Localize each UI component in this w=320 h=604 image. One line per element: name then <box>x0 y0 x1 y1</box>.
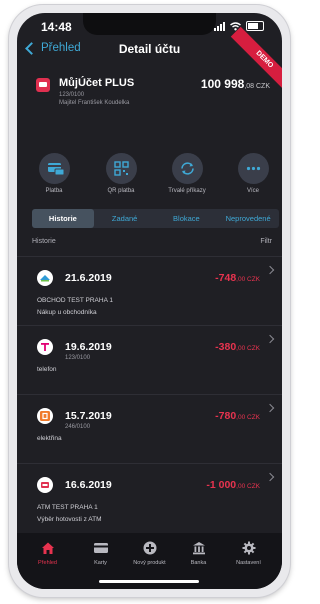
chevron-right-icon <box>265 472 275 482</box>
bottom-tab-bar: Přehled Karty Nový produkt Banka Nastave… <box>17 533 282 589</box>
qr-code-icon <box>105 153 137 184</box>
tabbar-label: Karty <box>94 560 107 566</box>
transaction-account: 123/0100 <box>65 355 91 361</box>
filter-button[interactable]: Filtr <box>260 238 272 245</box>
account-owner: Majitel František Koudelka <box>59 100 130 106</box>
quick-actions: Platba QR platba Trvalé příkazy Více <box>17 153 282 207</box>
home-icon <box>21 541 74 555</box>
action-trvale-prikazy[interactable]: Trvalé příkazy <box>161 153 213 194</box>
tabbar-item-karty[interactable]: Karty <box>74 541 127 566</box>
phone-frame: 14:48 Přehled Detail účtu DEMO MůjÚčet P… <box>9 5 290 597</box>
amount-suffix: ,00 CZK <box>236 483 260 490</box>
chevron-right-icon <box>265 334 275 344</box>
history-header: Historie Filtr <box>32 238 272 245</box>
account-name: MůjÚčet PLUS <box>59 77 135 89</box>
transaction-description: elektřina <box>37 435 62 442</box>
transaction-description: OBCHOD TEST PRAHA 1 <box>37 297 113 304</box>
transaction-date: 15.7.2019 <box>65 410 112 422</box>
tab-zadane[interactable]: Zadané <box>94 209 156 228</box>
transaction-list: 21.6.2019 OBCHOD TEST PRAHA 1 Nákup u ob… <box>17 256 282 532</box>
transaction-row[interactable]: 15.7.2019 246/0100 elektřina -780,00 CZK <box>17 394 282 463</box>
tabbar-label: Banka <box>190 560 207 566</box>
history-title: Historie <box>32 238 56 245</box>
transaction-account: 246/0100 <box>65 424 91 430</box>
home-indicator <box>99 580 199 583</box>
tabbar-label: Nastavení <box>236 560 261 566</box>
transaction-description: telefon <box>37 366 57 373</box>
amount-value: -380 <box>215 341 237 353</box>
transaction-note: Nákup u obchodníka <box>37 309 97 316</box>
tabbar-label: Přehled <box>38 560 57 566</box>
account-balance: 100 998,08 CZK <box>201 77 270 91</box>
atm-icon <box>37 477 53 493</box>
tab-historie[interactable]: Historie <box>32 209 94 228</box>
notch <box>83 13 216 35</box>
amount-value: -1 000 <box>206 479 237 491</box>
transaction-row[interactable]: 19.6.2019 123/0100 telefon -380,00 CZK <box>17 325 282 394</box>
amount-suffix: ,00 CZK <box>236 276 260 283</box>
transaction-amount: -380,00 CZK <box>215 341 260 353</box>
account-card-icon <box>36 78 50 92</box>
transaction-row[interactable]: 21.6.2019 OBCHOD TEST PRAHA 1 Nákup u ob… <box>17 256 282 325</box>
amount-value: -780 <box>215 410 237 422</box>
transaction-amount: -780,00 CZK <box>215 410 260 422</box>
account-number: 123/0100 <box>59 92 85 98</box>
tab-blokace[interactable]: Blokace <box>156 209 218 228</box>
transaction-date: 19.6.2019 <box>65 341 112 353</box>
action-qr-platba[interactable]: QR platba <box>95 153 147 194</box>
tabbar-item-prehled[interactable]: Přehled <box>21 541 74 566</box>
action-label: Platba <box>45 188 63 194</box>
amount-suffix: ,00 CZK <box>236 414 260 421</box>
chevron-right-icon <box>265 265 275 275</box>
tabbar-item-nastaveni[interactable]: Nastavení <box>222 541 275 566</box>
tabbar-item-banka[interactable]: Banka <box>172 541 225 566</box>
card-icon <box>74 541 127 555</box>
transaction-amount: -748,00 CZK <box>215 272 260 284</box>
transaction-date: 16.6.2019 <box>65 479 112 491</box>
energy-icon <box>37 408 53 424</box>
action-label: Trvalé příkazy <box>168 188 206 194</box>
transaction-amount: -1 000,00 CZK <box>206 479 260 491</box>
segment-tabs: Historie Zadané Blokace Neprovedené <box>32 209 279 228</box>
action-label: QR platba <box>107 188 135 194</box>
balance-value: 100 998 <box>200 77 245 91</box>
card-payment-icon <box>38 153 70 184</box>
shop-icon <box>37 270 53 286</box>
tab-neprovedene[interactable]: Neprovedené <box>217 209 279 228</box>
repeat-icon <box>171 153 203 184</box>
tabbar-label: Nový produkt <box>133 560 166 566</box>
amount-value: -748 <box>215 272 237 284</box>
more-dots-icon <box>237 153 269 184</box>
chevron-right-icon <box>265 403 275 413</box>
transaction-date: 21.6.2019 <box>65 272 112 284</box>
status-time: 14:48 <box>41 20 72 34</box>
battery-icon <box>246 21 264 31</box>
tabbar-item-novy-produkt[interactable]: Nový produkt <box>123 541 176 566</box>
balance-suffix: ,08 CZK <box>244 83 270 90</box>
transaction-description: ATM TEST PRAHA 1 <box>37 504 98 511</box>
app-screen: 14:48 Přehled Detail účtu DEMO MůjÚčet P… <box>17 13 282 589</box>
transaction-row[interactable]: 16.6.2019 ATM TEST PRAHA 1 Výběr hotovos… <box>17 463 282 532</box>
amount-suffix: ,00 CZK <box>236 345 260 352</box>
gear-icon <box>222 541 275 555</box>
account-header: MůjÚčet PLUS 123/0100 Majitel František … <box>17 71 282 141</box>
action-label: Více <box>246 188 259 194</box>
action-vice[interactable]: Více <box>227 153 279 194</box>
transaction-note: Výběr hotovosti z ATM <box>37 516 102 523</box>
plus-circle-icon <box>123 541 176 555</box>
bank-icon <box>172 541 225 555</box>
telekom-icon <box>37 339 53 355</box>
signal-icon <box>214 21 225 31</box>
action-platba[interactable]: Platba <box>28 153 80 194</box>
